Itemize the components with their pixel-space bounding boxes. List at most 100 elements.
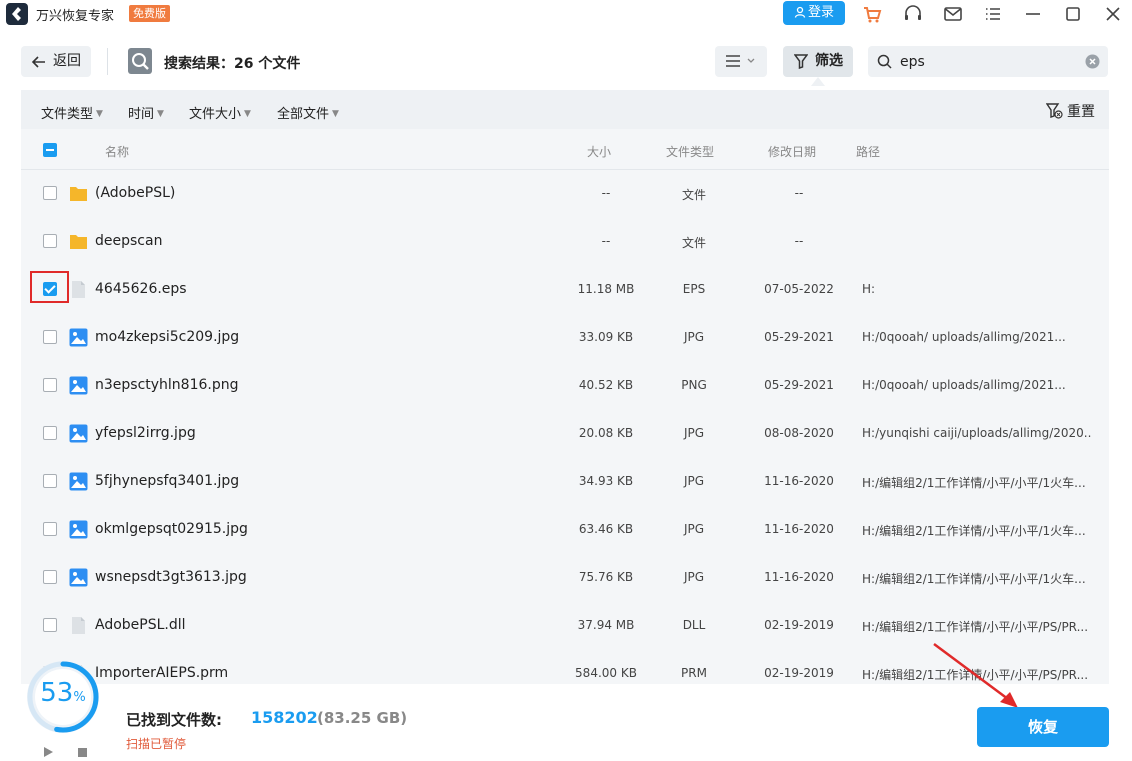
column-header-size[interactable]: 大小: [587, 143, 611, 160]
filter-file-type[interactable]: 文件类型 ▼: [41, 103, 103, 122]
minimize-icon[interactable]: [1022, 3, 1044, 25]
column-header-type[interactable]: 文件类型: [666, 143, 714, 160]
image-icon: [69, 328, 88, 347]
search-result-title: 搜索结果：26 个文件: [164, 56, 301, 72]
chevron-down-icon: ▼: [157, 109, 164, 119]
menu-list-icon[interactable]: [982, 3, 1004, 25]
play-icon[interactable]: [42, 746, 54, 758]
filter-all-files[interactable]: 全部文件 ▼: [277, 103, 339, 122]
search-input[interactable]: [900, 50, 1080, 73]
file-date: 02-19-2019: [764, 618, 834, 632]
table-header: 名称 大小 文件类型 修改日期 路径: [21, 129, 1109, 170]
file-name: AdobePSL.dll: [95, 617, 186, 633]
file-name: mo4zkepsi5c209.jpg: [95, 329, 240, 345]
file-name: okmlgepsqt02915.jpg: [95, 521, 248, 537]
row-checkbox[interactable]: [43, 618, 57, 632]
file-icon: [69, 280, 88, 299]
cart-icon[interactable]: [861, 3, 883, 25]
clear-search-icon[interactable]: [1085, 54, 1100, 69]
search-result-icon: [128, 48, 152, 74]
file-type: PNG: [681, 378, 707, 392]
row-checkbox[interactable]: [43, 570, 57, 584]
file-date: 05-29-2021: [764, 330, 834, 344]
progress-percent: 53%: [40, 678, 86, 708]
file-type: JPG: [683, 522, 705, 536]
stop-icon[interactable]: [78, 748, 87, 757]
scan-progress-ring: 53%: [22, 656, 104, 738]
file-name: 5fjhynepsfq3401.jpg: [95, 473, 240, 489]
found-files-size: (83.25 GB): [317, 709, 408, 727]
file-date: 08-08-2020: [764, 426, 834, 440]
app-title: 万兴恢复专家: [36, 9, 115, 24]
image-icon: [69, 520, 88, 539]
file-name: n3epsctyhln816.png: [95, 377, 239, 393]
chevron-down-icon: ▼: [332, 109, 339, 119]
row-checkbox[interactable]: [43, 234, 57, 248]
column-header-name[interactable]: 名称: [105, 143, 129, 160]
row-checkbox[interactable]: [43, 522, 57, 536]
found-files-count: 158202: [251, 708, 318, 727]
table-row[interactable]: 5fjhynepsfq3401.jpg 34.93 KB JPG 11-16-2020…: [21, 458, 1109, 506]
filter-button[interactable]: 筛选: [783, 46, 853, 77]
table-row[interactable]: wsnepsdt3gt3613.jpg 75.76 KB JPG 11-16-2020…: [21, 554, 1109, 602]
table-row[interactable]: okmlgepsqt02915.jpg 63.46 KB JPG 11-16-2020…: [21, 506, 1109, 554]
file-date: 11-16-2020: [764, 474, 834, 488]
column-header-date[interactable]: 修改日期: [768, 143, 816, 160]
file-type: JPG: [683, 474, 705, 488]
table-row[interactable]: 4645626.eps 11.18 MB EPS 07-05-2022 H:: [21, 266, 1109, 314]
user-icon: [794, 6, 806, 18]
file-type: JPG: [683, 330, 705, 344]
login-label: 登录: [807, 5, 834, 20]
table-row[interactable]: (AdobePSL) -- 文件 --: [21, 170, 1109, 218]
mail-icon[interactable]: [942, 3, 964, 25]
chevron-down-icon: [747, 58, 755, 63]
column-header-path[interactable]: 路径: [856, 143, 880, 160]
file-icon: [69, 616, 88, 635]
file-date: 07-05-2022: [764, 282, 834, 296]
folder-icon: [69, 184, 88, 203]
image-icon: [69, 376, 88, 395]
file-name: (AdobePSL): [95, 185, 176, 201]
free-version-badge: 免费版: [129, 5, 170, 22]
file-name: 4645626.eps: [95, 281, 187, 297]
table-row[interactable]: n3epsctyhln816.png 40.52 KB PNG 05-29-2021 H…: [21, 362, 1109, 410]
file-type: JPG: [683, 570, 705, 584]
file-size: 33.09 KB: [578, 330, 634, 344]
file-path: H:/0qooah/ uploads/allimg/2021...: [862, 330, 1066, 344]
recover-button[interactable]: 恢复: [977, 707, 1109, 747]
view-mode-button[interactable]: [715, 46, 767, 77]
chevron-down-icon: ▼: [244, 109, 251, 119]
table-row[interactable]: mo4zkepsi5c209.jpg 33.09 KB JPG 05-29-2021 H…: [21, 314, 1109, 362]
back-button[interactable]: 返回: [21, 46, 91, 77]
file-size: 34.93 KB: [578, 474, 634, 488]
filter-bar: 文件类型 ▼ 时间 ▼ 文件大小 ▼ 全部文件 ▼ 重置: [21, 90, 1109, 129]
found-files-label: 已找到文件数:: [126, 711, 222, 729]
file-path: H:/编辑组2/1工作详情/小平/小平/1火车...: [862, 476, 1086, 490]
select-all-checkbox[interactable]: [43, 143, 57, 157]
file-type: EPS: [682, 282, 706, 296]
file-size: --: [601, 186, 611, 200]
headset-support-icon[interactable]: [902, 3, 924, 25]
folder-icon: [69, 232, 88, 251]
funnel-icon: [794, 54, 808, 69]
row-checkbox[interactable]: [43, 330, 57, 344]
search-box[interactable]: [868, 46, 1108, 77]
row-checkbox[interactable]: [43, 426, 57, 440]
row-checkbox[interactable]: [43, 378, 57, 392]
list-view-icon: [726, 55, 740, 67]
row-checkbox[interactable]: [43, 474, 57, 488]
row-checkbox[interactable]: [43, 186, 57, 200]
filter-time[interactable]: 时间 ▼: [128, 103, 164, 122]
filter-file-size[interactable]: 文件大小 ▼: [189, 103, 251, 122]
table-row[interactable]: deepscan -- 文件 --: [21, 218, 1109, 266]
reset-filter-button[interactable]: 重置: [1045, 101, 1095, 121]
file-size: 63.46 KB: [578, 522, 634, 536]
table-row[interactable]: yfepsl2irrg.jpg 20.08 KB JPG 08-08-2020 H:/y…: [21, 410, 1109, 458]
file-path: H:: [862, 282, 876, 296]
close-icon[interactable]: [1102, 3, 1124, 25]
row-checkbox[interactable]: [43, 282, 57, 296]
file-size: 584.00 KB: [575, 666, 637, 680]
login-button[interactable]: 登录: [783, 1, 845, 25]
file-type: PRM: [681, 666, 707, 680]
maximize-icon[interactable]: [1062, 3, 1084, 25]
